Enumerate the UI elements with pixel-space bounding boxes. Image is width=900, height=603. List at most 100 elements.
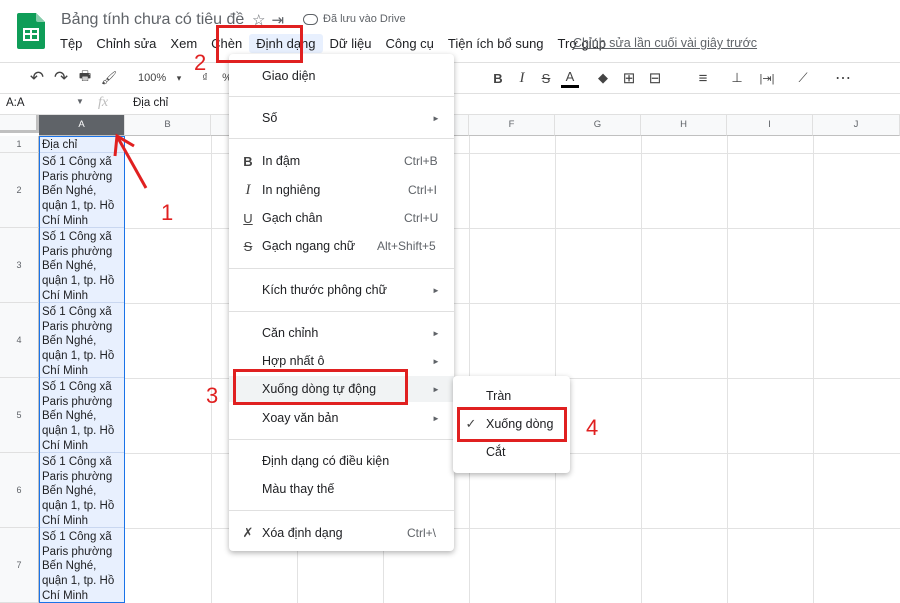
menu-item-label: Hợp nhất ô: [262, 354, 325, 368]
menu-item-theme[interactable]: Giao diện: [229, 63, 454, 89]
menu-tools[interactable]: Công cụ: [378, 34, 440, 53]
column-header-f[interactable]: F: [469, 115, 555, 136]
submenu-arrow-icon: ►: [432, 384, 440, 394]
menu-item-label: Định dạng có điều kiện: [262, 454, 390, 468]
zoom-chevron-down-icon[interactable]: ▾: [170, 68, 188, 88]
cell-a7[interactable]: Số 1 Công xã Paris phường Bến Nghé, quận…: [39, 528, 125, 603]
text-wrapping-submenu: Tràn ✓ Xuống dòng Cắt: [453, 376, 570, 473]
name-box-chevron-down-icon[interactable]: ▼: [76, 97, 84, 106]
menu-item-strikethrough[interactable]: S Gạch ngang chữ Alt+Shift+5: [229, 233, 454, 259]
row-header[interactable]: 3: [0, 228, 39, 303]
last-edit-link[interactable]: Chỉnh sửa lần cuối vài giây trước: [573, 36, 757, 50]
cell-a6[interactable]: Số 1 Công xã Paris phường Bến Nghé, quận…: [39, 453, 125, 528]
star-icon[interactable]: ☆: [252, 11, 265, 29]
menu-item-label: Gạch ngang chữ: [262, 239, 356, 253]
menu-data[interactable]: Dữ liệu: [323, 34, 379, 53]
format-menu: Giao diện Số ► B In đậm Ctrl+B I In nghi…: [229, 54, 454, 551]
annotation-number-1: 1: [161, 200, 174, 225]
formula-input[interactable]: Địa chỉ: [133, 97, 168, 109]
menu-item-label: Căn chỉnh: [262, 326, 319, 340]
save-status[interactable]: Đã lưu vào Drive: [303, 13, 406, 25]
menu-item-label: Kích thước phông chữ: [262, 283, 387, 297]
italic-icon[interactable]: I: [513, 68, 531, 88]
paint-format-icon[interactable]: 🖌: [100, 68, 118, 88]
menu-edit[interactable]: Chỉnh sửa: [89, 34, 163, 53]
column-header-i[interactable]: I: [727, 115, 813, 136]
column-header-b[interactable]: B: [125, 115, 211, 136]
menu-item-align[interactable]: Căn chỉnh ►: [229, 320, 454, 346]
fx-icon: fx: [98, 95, 109, 110]
menu-item-bold[interactable]: B In đậm Ctrl+B: [229, 148, 454, 174]
submenu-arrow-icon: ►: [432, 413, 440, 423]
text-wrap-icon[interactable]: |⇥|: [758, 68, 776, 88]
italic-icon: I: [245, 181, 251, 198]
print-icon[interactable]: 🖶: [76, 68, 94, 88]
menu-item-label: Tràn: [486, 389, 512, 403]
submenu-arrow-icon: ►: [432, 328, 440, 338]
menu-item-conditional-formatting[interactable]: Định dạng có điều kiện: [229, 448, 454, 474]
menu-item-text-rotation[interactable]: Xoay văn bản ►: [229, 405, 454, 431]
row-header[interactable]: 4: [0, 303, 39, 378]
column-header-j[interactable]: J: [813, 115, 900, 136]
column-header-a[interactable]: A: [39, 115, 125, 136]
menu-item-label: Xuống dòng tự động: [262, 382, 377, 396]
wrap-option-overflow[interactable]: Tràn: [453, 383, 570, 409]
annotation-number-4: 4: [586, 415, 599, 440]
undo-icon[interactable]: ↶: [28, 68, 46, 88]
divider: [229, 96, 454, 97]
row-header[interactable]: 2: [0, 153, 39, 228]
text-color-icon[interactable]: A: [561, 68, 579, 88]
menu-item-alternating-colors[interactable]: Màu thay thế: [229, 476, 454, 502]
bold-icon[interactable]: B: [489, 68, 507, 88]
underline-icon: U: [243, 210, 253, 226]
merge-cells-icon[interactable]: ⊟: [646, 68, 664, 88]
shortcut-label: Ctrl+\: [407, 526, 437, 540]
text-rotate-icon[interactable]: ⟋: [794, 68, 812, 88]
cell-a4[interactable]: Số 1 Công xã Paris phường Bến Nghé, quận…: [39, 303, 125, 378]
row-header[interactable]: 6: [0, 453, 39, 528]
divider: [229, 311, 454, 312]
cell-a3[interactable]: Số 1 Công xã Paris phường Bến Nghé, quận…: [39, 228, 125, 303]
sheets-logo-icon[interactable]: [17, 13, 45, 49]
sheets-window: Bảng tính chưa có tiêu đề ☆ ⇥ Đã lưu vào…: [0, 0, 900, 603]
divider: [229, 439, 454, 440]
menu-file[interactable]: Tệp: [53, 34, 89, 53]
menu-item-italic[interactable]: I In nghiêng Ctrl+I: [229, 177, 454, 203]
cell-a2[interactable]: Số 1 Công xã Paris phường Bến Nghé, quận…: [39, 153, 125, 228]
redo-icon[interactable]: ↷: [52, 68, 70, 88]
menu-bar: Tệp Chỉnh sửa Xem Chèn Định dạng Dữ liệu…: [53, 34, 613, 53]
document-title[interactable]: Bảng tính chưa có tiêu đề: [61, 11, 244, 29]
vertical-align-icon[interactable]: ⊥: [728, 68, 746, 88]
more-icon[interactable]: ⋯: [834, 68, 852, 88]
cell-a5[interactable]: Số 1 Công xã Paris phường Bến Nghé, quận…: [39, 378, 125, 453]
wrap-option-wrap[interactable]: ✓ Xuống dòng: [453, 411, 570, 437]
menu-insert[interactable]: Chèn: [204, 34, 249, 53]
row-header[interactable]: 1: [0, 136, 39, 153]
divider: [229, 510, 454, 511]
zoom-select[interactable]: 100%: [138, 68, 166, 88]
fill-color-icon[interactable]: ◆: [594, 68, 612, 88]
menu-item-merge[interactable]: Hợp nhất ô ►: [229, 348, 454, 374]
wrap-option-clip[interactable]: Cắt: [453, 439, 570, 465]
menu-item-text-wrapping[interactable]: Xuống dòng tự động ►: [229, 376, 454, 402]
borders-icon[interactable]: ⊞: [620, 68, 638, 88]
grid-line: [469, 136, 470, 603]
menu-item-clear-formatting[interactable]: ✗ Xóa định dạng Ctrl+\: [229, 520, 454, 546]
cell-a1[interactable]: Địa chỉ: [39, 136, 125, 153]
menu-item-number[interactable]: Số ►: [229, 105, 454, 131]
horizontal-align-icon[interactable]: ≡: [694, 68, 712, 88]
menu-item-underline[interactable]: U Gạch chân Ctrl+U: [229, 205, 454, 231]
row-header[interactable]: 7: [0, 528, 39, 603]
column-header-h[interactable]: H: [641, 115, 727, 136]
check-icon: ✓: [465, 416, 477, 431]
move-folder-icon[interactable]: ⇥: [271, 11, 284, 29]
row-header[interactable]: 5: [0, 378, 39, 453]
column-header-g[interactable]: G: [555, 115, 641, 136]
menu-addons[interactable]: Tiện ích bổ sung: [441, 34, 551, 53]
menu-item-font-size[interactable]: Kích thước phông chữ ►: [229, 277, 454, 303]
select-all-corner[interactable]: [0, 115, 39, 133]
name-box[interactable]: A:A: [6, 97, 25, 109]
annotation-number-3: 3: [206, 383, 219, 408]
strikethrough-icon[interactable]: S: [537, 68, 555, 88]
menu-format[interactable]: Định dạng: [249, 34, 323, 53]
